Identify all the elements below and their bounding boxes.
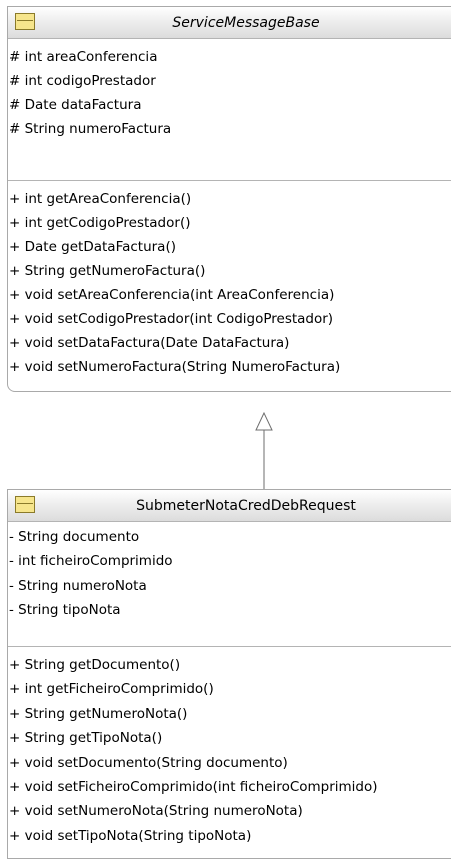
operation: + void setNumeroNota(String numeroNota) <box>9 803 303 820</box>
operation: + void setTipoNota(String tipoNota) <box>9 827 252 844</box>
class-box-submeter-nota-cred-deb-request[interactable]: SubmeterNotaCredDebRequest - String docu… <box>7 489 451 859</box>
attribute: - int ficheiroComprimido <box>9 553 173 570</box>
attribute: - String tipoNota <box>9 602 121 619</box>
generalization-arrowhead-icon <box>255 411 273 431</box>
operation: + void setFicheiroComprimido(int ficheir… <box>9 778 378 795</box>
operation: + String getNumeroNota() <box>9 705 188 722</box>
operation: + String getDocumento() <box>9 657 181 673</box>
operation: + String getTipoNota() <box>9 730 163 747</box>
attribute: - String numeroNota <box>9 577 147 594</box>
operation: + void setDocumento(String documento) <box>9 754 288 771</box>
class-name: SubmeterNotaCredDebRequest <box>136 498 356 514</box>
operation: + int getFicheiroComprimido() <box>9 681 214 698</box>
attribute: - String documento <box>9 529 140 545</box>
class-icon <box>15 496 35 513</box>
operations-compartment: + String getDocumento() + int getFicheir… <box>8 647 451 848</box>
attributes-compartment: - String documento - int ficheiroComprim… <box>8 522 451 647</box>
class-header: SubmeterNotaCredDebRequest <box>8 490 451 522</box>
